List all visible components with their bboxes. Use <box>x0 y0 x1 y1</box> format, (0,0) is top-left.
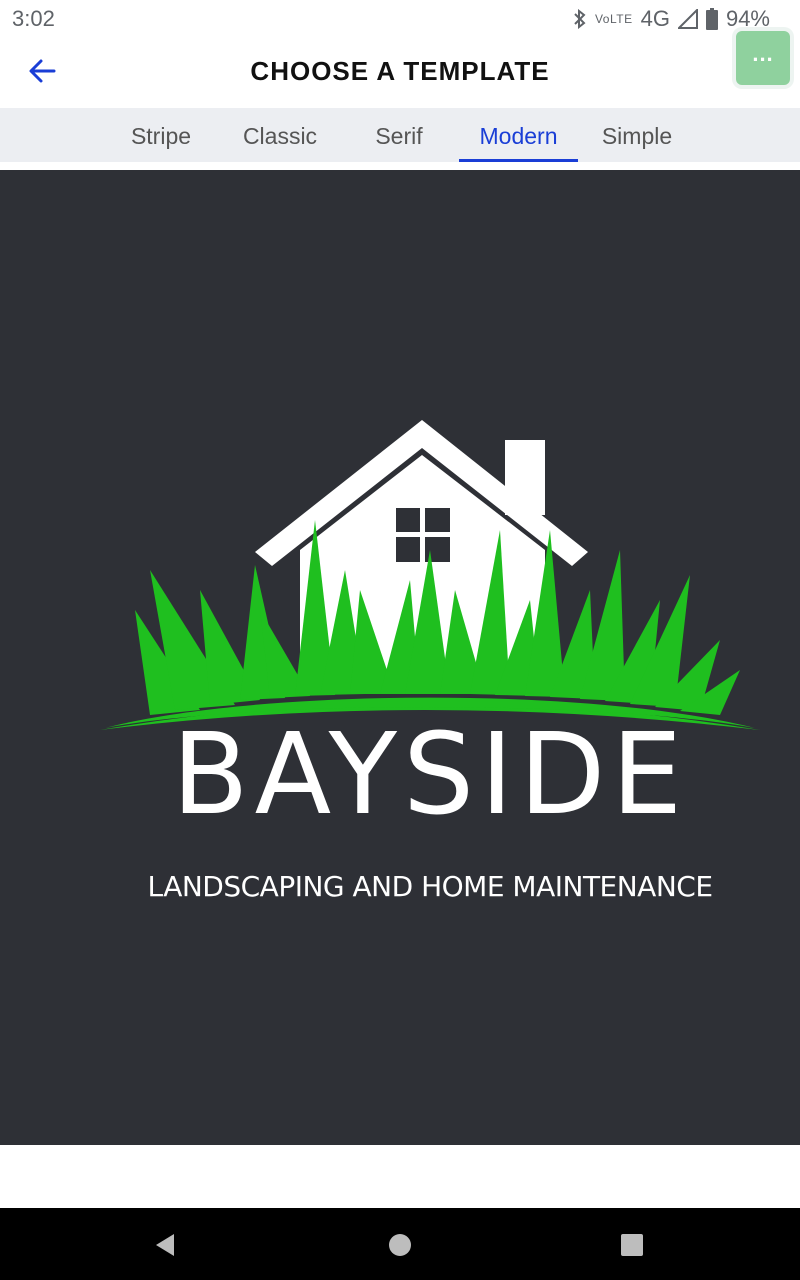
more-icon: ... <box>752 41 774 66</box>
back-triangle-icon[interactable] <box>150 1230 180 1260</box>
template-preview[interactable]: BAYSIDE LANDSCAPING AND HOME MAINTENANCE <box>0 170 800 1145</box>
battery-percent: 94% <box>725 6 770 31</box>
app-header: CHOOSE A TEMPLATE <box>0 38 800 108</box>
tab-modern[interactable]: Modern <box>459 108 578 162</box>
logo-artwork <box>100 420 760 730</box>
status-time: 3:02 <box>12 6 55 31</box>
page-title: CHOOSE A TEMPLATE <box>250 56 550 86</box>
tab-simple[interactable]: Simple <box>578 108 696 162</box>
tab-stripe[interactable]: Stripe <box>102 108 220 162</box>
system-nav-bar <box>0 1208 800 1280</box>
status-bar: 3:02 VoLTE 4G 94% <box>0 0 800 38</box>
bluetooth-icon <box>573 9 587 29</box>
recents-square-icon[interactable] <box>617 1230 647 1260</box>
tab-classic[interactable]: Classic <box>220 108 340 162</box>
network-label: 4G <box>640 6 670 31</box>
status-icons: VoLTE 4G 94% <box>573 6 770 32</box>
brand-name: BAYSIDE <box>171 710 689 840</box>
grass-icon <box>100 520 760 730</box>
battery-icon <box>705 8 718 30</box>
brand-tagline: LANDSCAPING AND HOME MAINTENANCE <box>147 870 713 903</box>
active-tab-indicator <box>459 159 578 162</box>
template-tabs: Stripe Classic Serif Modern Simple <box>0 108 800 162</box>
signal-icon <box>677 9 698 29</box>
more-options-button[interactable]: ... <box>736 31 790 85</box>
tab-serif[interactable]: Serif <box>340 108 458 162</box>
home-circle-icon[interactable] <box>385 1230 415 1260</box>
volte-label: VoLTE <box>594 12 633 26</box>
